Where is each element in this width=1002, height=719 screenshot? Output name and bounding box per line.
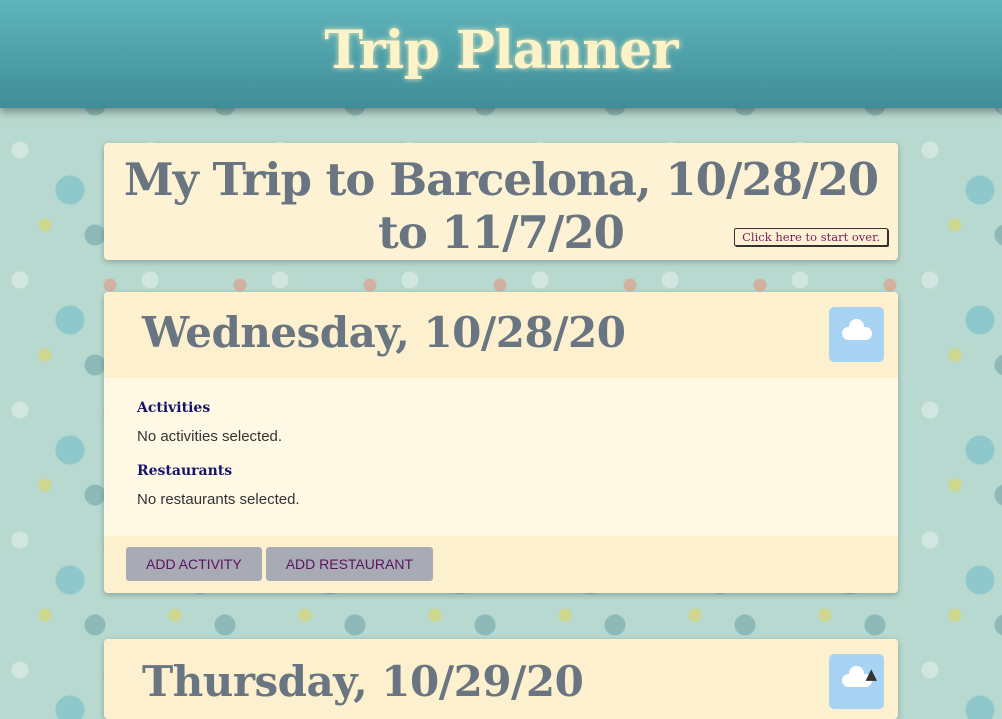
day-header: Wednesday, 10/28/20 bbox=[104, 292, 898, 378]
day-title: Wednesday, 10/28/20 bbox=[142, 308, 626, 357]
add-restaurant-button[interactable]: ADD RESTAURANT bbox=[265, 547, 433, 581]
day-card-wednesday: Wednesday, 10/28/20 Activities No activi… bbox=[104, 292, 898, 593]
trip-summary-card: My Trip to Barcelona, 10/28/20 to 11/7/2… bbox=[104, 143, 898, 260]
day-header: Thursday, 10/29/20 ▲ bbox=[104, 639, 898, 719]
day-card-thursday: Thursday, 10/29/20 ▲ bbox=[104, 639, 898, 719]
start-over-button[interactable]: Click here to start over. bbox=[734, 228, 888, 246]
day-body: Activities No activities selected. Resta… bbox=[104, 378, 898, 536]
add-activity-button[interactable]: ADD ACTIVITY bbox=[126, 547, 262, 581]
cloud-icon bbox=[829, 307, 884, 362]
cloud-shape bbox=[842, 319, 872, 340]
day-title: Thursday, 10/29/20 bbox=[142, 657, 584, 706]
restaurants-heading: Restaurants bbox=[137, 463, 233, 479]
bat-icon: ▲ bbox=[865, 665, 877, 683]
app-header: Trip Planner bbox=[0, 0, 1002, 108]
restaurants-empty-text: No restaurants selected. bbox=[137, 491, 300, 508]
activities-empty-text: No activities selected. bbox=[137, 428, 283, 445]
activities-heading: Activities bbox=[137, 400, 211, 416]
day-actions: ADD ACTIVITY ADD RESTAURANT bbox=[104, 536, 898, 593]
cloud-night-icon: ▲ bbox=[829, 654, 884, 709]
app-title: Trip Planner bbox=[324, 20, 678, 81]
